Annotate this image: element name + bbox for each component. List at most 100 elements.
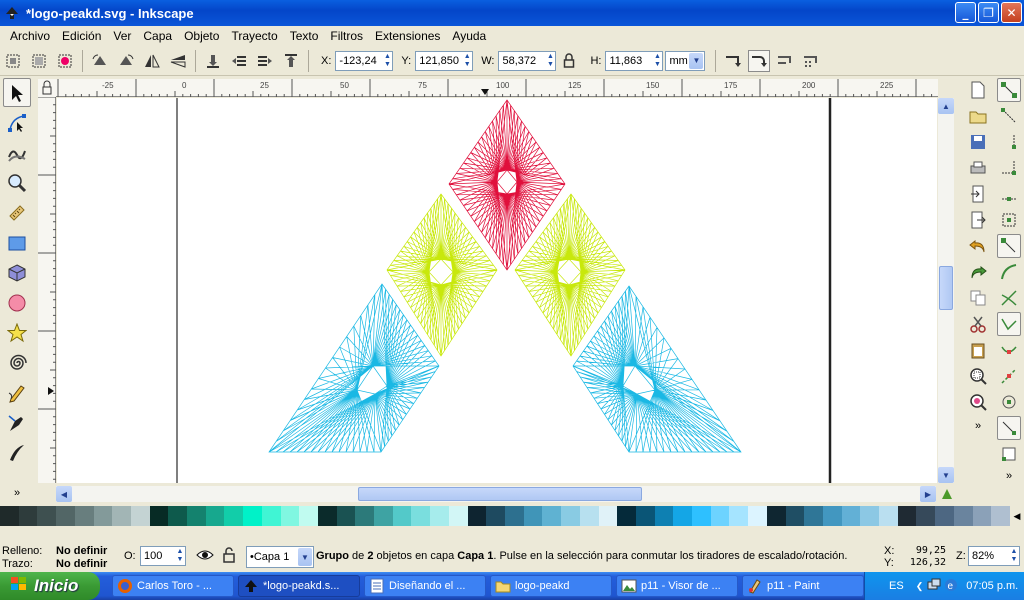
palette-swatch[interactable] <box>374 506 393 526</box>
undo-icon[interactable] <box>966 234 990 258</box>
palette-swatch[interactable] <box>579 506 599 526</box>
star-tool-icon[interactable] <box>3 318 31 347</box>
minimize-button[interactable]: _ <box>955 2 976 23</box>
palette-swatch[interactable] <box>93 506 113 526</box>
cyan-right-triangle-shape[interactable] <box>572 285 742 453</box>
layer-select[interactable]: •Capa 1 ▼ <box>246 546 314 568</box>
start-button[interactable]: Inicio <box>0 572 100 600</box>
toolbox-more-icon[interactable]: » <box>14 487 20 499</box>
palette-swatch[interactable] <box>635 506 655 526</box>
rectangle-tool-icon[interactable] <box>3 228 31 257</box>
scroll-up-icon[interactable]: ▲ <box>938 98 954 114</box>
x-field[interactable]: -123,24 ▲ ▼ <box>335 50 394 71</box>
snap-bbox-edge-icon[interactable] <box>997 130 1021 154</box>
fill-value[interactable]: No definir <box>56 545 107 557</box>
palette-swatch[interactable] <box>168 506 188 526</box>
y-field[interactable]: 121,850 ▲ ▼ <box>415 50 474 71</box>
palette-swatch[interactable] <box>149 506 169 526</box>
flip-vertical-icon[interactable] <box>167 50 189 72</box>
open-icon[interactable] <box>966 104 990 128</box>
palette-swatch[interactable] <box>860 506 880 526</box>
measure-tool-icon[interactable] <box>3 198 31 227</box>
zoom-tool-icon[interactable] <box>3 168 31 197</box>
node-tool-icon[interactable] <box>3 108 31 137</box>
task-document[interactable]: Diseñando el ... <box>364 575 486 597</box>
horizontal-scroll-thumb[interactable] <box>358 487 642 501</box>
snap-more-icon[interactable]: » <box>1006 470 1012 482</box>
snap-bbox-icon[interactable] <box>997 104 1021 128</box>
palette-swatch[interactable] <box>224 506 244 526</box>
palette-swatch[interactable] <box>692 506 711 526</box>
palette-swatch[interactable] <box>729 506 749 526</box>
spiral-tool-icon[interactable] <box>3 348 31 377</box>
tray-expand-icon[interactable]: ❮ <box>916 581 924 592</box>
copy-icon[interactable] <box>966 286 990 310</box>
color-manage-icon[interactable] <box>940 487 954 504</box>
palette-swatch[interactable] <box>448 506 468 526</box>
palette-swatch[interactable] <box>785 506 805 526</box>
palette-swatch[interactable] <box>991 506 1010 526</box>
palette-swatch[interactable] <box>261 506 281 526</box>
palette-swatch[interactable] <box>916 506 936 526</box>
ie-icon[interactable]: e <box>944 578 958 595</box>
palette-swatch[interactable] <box>280 506 300 526</box>
scroll-left-icon[interactable]: ◀ <box>56 486 72 502</box>
network-icon[interactable] <box>927 578 941 595</box>
opacity-field[interactable]: 100 ▲ ▼ <box>140 546 186 566</box>
snap-bbox-center-icon[interactable] <box>997 208 1021 232</box>
layer-lock-icon[interactable] <box>222 547 236 566</box>
palette-swatch[interactable] <box>355 506 375 526</box>
palette-swatch[interactable] <box>56 506 75 526</box>
palette-swatch[interactable] <box>523 506 543 526</box>
palette-swatch[interactable] <box>617 506 636 526</box>
cyan-left-triangle-shape[interactable] <box>268 283 440 453</box>
w-field[interactable]: 58,372 ▲ ▼ <box>498 50 557 71</box>
task-paint[interactable]: p11 - Paint <box>742 575 864 597</box>
lower-to-bottom-icon[interactable] <box>202 50 224 72</box>
zoom-stepper[interactable]: ▲ ▼ <box>1009 547 1019 565</box>
close-button[interactable]: ✕ <box>1001 2 1022 23</box>
h-stepper[interactable]: ▲ ▼ <box>652 52 662 70</box>
palette-swatch[interactable] <box>392 506 412 526</box>
snap-enable-icon[interactable] <box>997 78 1021 102</box>
h-field[interactable]: 11,863 ▲ ▼ <box>605 50 664 71</box>
palette-swatch[interactable] <box>897 506 917 526</box>
palette-swatch[interactable] <box>673 506 693 526</box>
raise-to-top-icon[interactable] <box>280 50 302 72</box>
vertical-scroll-thumb[interactable] <box>939 266 953 310</box>
opacity-stepper[interactable]: ▲ ▼ <box>175 547 185 565</box>
snap-smooth-nodes-icon[interactable] <box>997 338 1021 362</box>
palette-swatch[interactable] <box>766 506 786 526</box>
menu-trayecto[interactable]: Trayecto <box>225 29 283 43</box>
ellipse-tool-icon[interactable] <box>3 288 31 317</box>
redo-icon[interactable] <box>966 260 990 284</box>
snap-midpoints-icon[interactable] <box>997 364 1021 388</box>
print-icon[interactable] <box>966 156 990 180</box>
w-stepper[interactable]: ▲ ▼ <box>545 52 555 70</box>
scroll-down-icon[interactable]: ▼ <box>938 467 954 483</box>
palette-swatch[interactable] <box>112 506 131 526</box>
move-gradients-icon[interactable] <box>774 50 796 72</box>
paste-icon[interactable] <box>966 338 990 362</box>
commands-more-icon[interactable]: » <box>975 420 981 432</box>
snap-nodes-icon[interactable] <box>997 234 1021 258</box>
logo-artwork[interactable] <box>57 98 937 483</box>
palette-swatch[interactable] <box>0 506 19 526</box>
palette-swatch[interactable] <box>748 506 767 526</box>
menu-capa[interactable]: Capa <box>137 29 178 43</box>
scale-stroke-icon[interactable] <box>722 50 744 72</box>
stroke-value[interactable]: No definir <box>56 558 107 570</box>
palette-swatch[interactable] <box>486 506 505 526</box>
maximize-button[interactable]: ❐ <box>978 2 999 23</box>
scroll-right-icon[interactable]: ▶ <box>920 486 936 502</box>
menu-ver[interactable]: Ver <box>107 29 137 43</box>
task-folder[interactable]: logo-peakd <box>490 575 612 597</box>
snap-rotation-center-icon[interactable] <box>997 416 1021 440</box>
lower-icon[interactable] <box>228 50 250 72</box>
snap-bbox-midpoint-icon[interactable] <box>997 182 1021 206</box>
move-patterns-icon[interactable] <box>800 50 822 72</box>
horizontal-scrollbar[interactable]: ◀ ▶ <box>56 486 936 502</box>
task-image-viewer[interactable]: p11 - Visor de ... <box>616 575 738 597</box>
snap-object-centers-icon[interactable] <box>997 390 1021 414</box>
palette-swatch[interactable] <box>430 506 449 526</box>
